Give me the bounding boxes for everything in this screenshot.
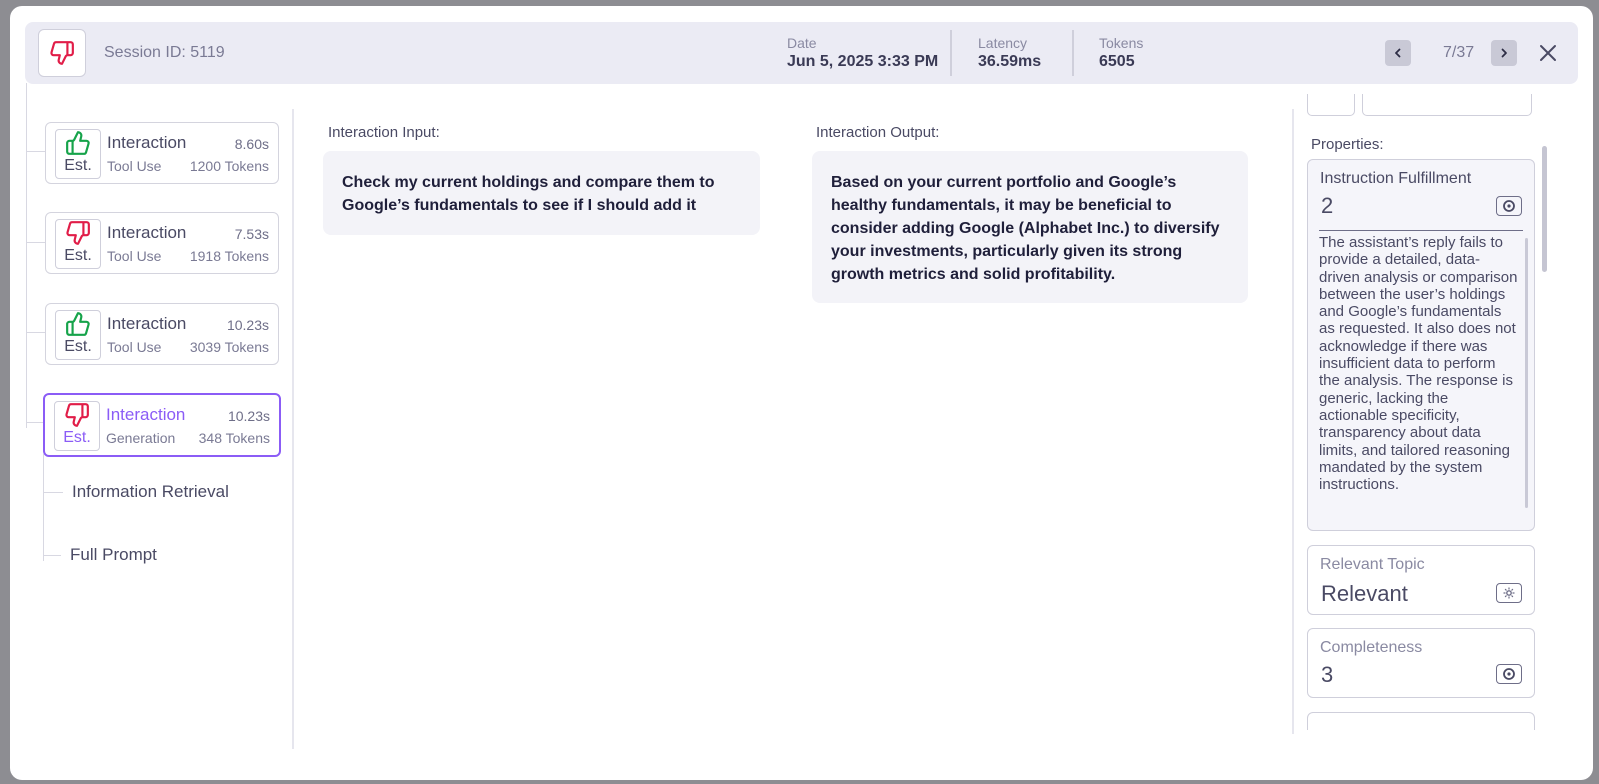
interaction-title: Interaction	[107, 314, 187, 333]
tree-line	[26, 151, 45, 152]
settings-icon[interactable]	[1496, 583, 1522, 603]
est-badge: Est.	[55, 310, 101, 360]
tree-line	[26, 83, 27, 428]
property-name: Instruction Fulfillment	[1320, 170, 1472, 187]
interaction-duration: 10.23s	[226, 317, 269, 333]
interaction-card-active[interactable]: Est. Interaction 10.23s Generation 348 T…	[43, 393, 281, 457]
interaction-card[interactable]: Est. Interaction 10.23s Tool Use 3039 To…	[45, 303, 279, 365]
interaction-card[interactable]: Est. Interaction 7.53s Tool Use 1918 Tok…	[45, 212, 279, 274]
interaction-kind: Tool Use	[107, 158, 162, 174]
panel-scrollbar[interactable]	[1542, 146, 1547, 272]
session-modal: Session ID: 5119 Date Jun 5, 2025 3:33 P…	[10, 6, 1593, 780]
properties-panel: Properties: Instruction Fulfillment 2 Th…	[1295, 90, 1553, 730]
date-value: Jun 5, 2025 3:33 PM	[787, 53, 939, 70]
property-completeness[interactable]: Completeness 3	[1307, 628, 1535, 698]
properties-label: Properties:	[1311, 136, 1384, 153]
est-badge: Est.	[54, 401, 100, 451]
interaction-kind: Generation	[106, 430, 176, 446]
filter-fragment[interactable]	[1307, 94, 1355, 116]
property-card-partial[interactable]	[1307, 712, 1535, 730]
property-value: Relevant	[1321, 581, 1408, 606]
interaction-title: Interaction	[107, 133, 187, 152]
tokens-value: 6505	[1099, 53, 1135, 70]
interaction-tokens: 348 Tokens	[198, 430, 270, 446]
interaction-title: Interaction	[107, 223, 187, 242]
interaction-tokens: 3039 Tokens	[189, 339, 269, 355]
close-button[interactable]	[1533, 38, 1563, 68]
chevron-left-icon	[1395, 48, 1401, 58]
close-icon	[1540, 45, 1556, 61]
properties-divider	[1292, 109, 1294, 734]
est-badge: Est.	[55, 129, 101, 179]
est-label: Est.	[64, 157, 92, 174]
sub-item-full-prompt[interactable]: Full Prompt	[70, 545, 157, 565]
thumbs-down-icon	[38, 29, 86, 77]
next-button[interactable]	[1491, 40, 1517, 66]
interaction-duration: 7.53s	[234, 226, 269, 242]
tree-line	[26, 332, 45, 333]
input-bubble: Check my current holdings and compare th…	[323, 151, 760, 235]
date-label: Date	[787, 35, 817, 51]
latency-meta: Latency 36.59ms	[978, 35, 1041, 71]
input-text: Check my current holdings and compare th…	[342, 174, 715, 214]
interaction-duration: 10.23s	[227, 408, 270, 424]
chevron-right-icon	[1501, 48, 1507, 58]
scrollbar[interactable]	[1525, 238, 1528, 508]
tokens-meta: Tokens 6505	[1099, 35, 1143, 71]
filter-fragment[interactable]	[1362, 94, 1532, 116]
tokens-label: Tokens	[1099, 35, 1144, 51]
est-label: Est.	[63, 429, 91, 446]
property-instruction-fulfillment[interactable]: Instruction Fulfillment 2 The assistant’…	[1307, 159, 1535, 531]
tree-line	[43, 454, 44, 561]
output-text: Based on your current portfolio and Goog…	[831, 174, 1220, 283]
est-label: Est.	[64, 247, 92, 264]
prev-button[interactable]	[1385, 40, 1411, 66]
tree-line	[43, 492, 63, 493]
thumbs-up-icon	[66, 312, 90, 336]
interaction-title: Interaction	[106, 405, 186, 424]
property-name: Completeness	[1320, 639, 1423, 656]
pager: 7/37	[1443, 44, 1475, 61]
interaction-duration: 8.60s	[234, 136, 269, 152]
regenerate-icon[interactable]	[1496, 196, 1522, 216]
input-label: Interaction Input:	[328, 124, 440, 141]
output-bubble: Based on your current portfolio and Goog…	[812, 151, 1248, 303]
session-header: Session ID: 5119 Date Jun 5, 2025 3:33 P…	[25, 22, 1578, 84]
property-value: 3	[1321, 662, 1334, 687]
session-id: Session ID: 5119	[104, 44, 225, 61]
property-reasoning: The assistant’s reply fails to provide a…	[1319, 234, 1518, 494]
est-label: Est.	[64, 338, 92, 355]
interaction-kind: Tool Use	[107, 248, 162, 264]
est-badge: Est.	[55, 219, 101, 269]
divider	[1319, 230, 1523, 231]
date-meta: Date Jun 5, 2025 3:33 PM	[787, 35, 938, 71]
regenerate-icon[interactable]	[1496, 664, 1522, 684]
thumbs-down-icon	[66, 221, 90, 245]
tree-line	[43, 555, 61, 556]
divider	[1072, 30, 1074, 76]
sub-item-information-retrieval[interactable]: Information Retrieval	[72, 482, 229, 502]
latency-label: Latency	[978, 35, 1028, 51]
sidebar-divider	[292, 109, 294, 749]
output-label: Interaction Output:	[816, 124, 940, 141]
interaction-kind: Tool Use	[107, 339, 162, 355]
thumbs-up-icon	[66, 131, 90, 155]
property-relevant-topic[interactable]: Relevant Topic Relevant	[1307, 545, 1535, 615]
tree-line	[26, 242, 45, 243]
interaction-card[interactable]: Est. Interaction 8.60s Tool Use 1200 Tok…	[45, 122, 279, 184]
interaction-tokens: 1200 Tokens	[189, 158, 269, 174]
interaction-tokens: 1918 Tokens	[189, 248, 269, 264]
divider	[950, 30, 952, 76]
property-value: 2	[1321, 193, 1334, 218]
latency-value: 36.59ms	[978, 53, 1042, 70]
property-name: Relevant Topic	[1320, 556, 1425, 573]
thumbs-down-icon	[65, 403, 89, 427]
